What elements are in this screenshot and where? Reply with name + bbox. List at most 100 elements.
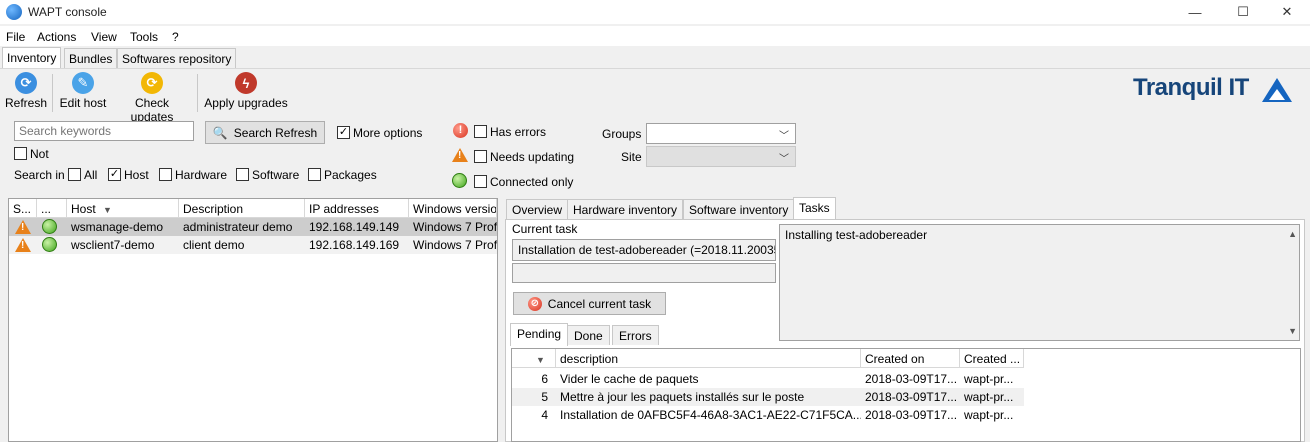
refresh-icon: ⟳ xyxy=(15,72,37,94)
menu-actions[interactable]: Actions xyxy=(37,30,76,44)
hardware-checkbox[interactable] xyxy=(159,168,172,181)
current-task-field[interactable]: Installation de test-adobereader (=2018.… xyxy=(512,239,776,261)
warning-icon-mark: ! xyxy=(458,150,462,161)
column-header-ip[interactable]: IP addresses xyxy=(305,199,409,218)
host-checkbox[interactable]: ✓ xyxy=(108,168,121,181)
tab-softwares-repository[interactable]: Softwares repository xyxy=(117,48,237,68)
connected-only-label: Connected only xyxy=(490,175,574,189)
site-select[interactable]: ﹀ xyxy=(646,146,796,167)
table-row[interactable]: ! wsmanage-demo administrateur demo 192.… xyxy=(9,218,497,236)
description-cell: administrateur demo xyxy=(183,220,293,234)
task-log-content: Installing test-adobereader xyxy=(785,228,928,242)
close-button[interactable]: ✕ xyxy=(1264,0,1310,24)
error-icon: ! xyxy=(453,123,468,138)
column-header-status[interactable]: S... xyxy=(9,199,37,218)
connected-only-checkbox[interactable] xyxy=(474,175,487,188)
description-cell: client demo xyxy=(183,238,245,252)
lightning-icon: ϟ xyxy=(235,72,257,94)
cancel-current-task-label: Cancel current task xyxy=(547,296,652,311)
ip-cell: 192.168.149.169 xyxy=(309,238,400,252)
tab-errors[interactable]: Errors xyxy=(612,325,659,345)
column-header-created-on[interactable]: Created on xyxy=(861,349,960,368)
needs-updating-checkbox[interactable] xyxy=(474,150,487,163)
task-created-by-cell: wapt-pr... xyxy=(964,372,1014,386)
software-label: Software xyxy=(252,168,300,182)
all-checkbox[interactable] xyxy=(68,168,81,181)
table-row[interactable]: 6 Vider le cache de paquets 2018-03-09T1… xyxy=(512,370,1024,388)
tab-overview[interactable]: Overview xyxy=(506,199,569,219)
minimize-button[interactable]: — xyxy=(1172,0,1218,24)
tranquil-it-logo: Tranquil IT xyxy=(1133,74,1249,101)
scroll-up-icon[interactable]: ▲ xyxy=(1288,229,1297,239)
tab-pending[interactable]: Pending xyxy=(510,323,569,346)
host-cell: wsmanage-demo xyxy=(71,220,164,234)
current-task-label: Current task xyxy=(512,222,578,236)
task-created-on-cell: 2018-03-09T17... xyxy=(865,408,958,422)
table-row[interactable]: 5 Mettre à jour les paquets installés su… xyxy=(512,388,1024,406)
edit-host-button[interactable]: ✎ Edit host xyxy=(57,72,109,110)
column-header-description[interactable]: Description xyxy=(179,199,305,218)
task-created-on-cell: 2018-03-09T17... xyxy=(865,372,958,386)
column-header-description[interactable]: description xyxy=(556,349,861,368)
cancel-icon: ⊘ xyxy=(527,296,542,311)
groups-label: Groups xyxy=(602,127,642,141)
check-updates-button[interactable]: ⟳ Check updates xyxy=(112,72,192,124)
tab-software-inventory[interactable]: Software inventory xyxy=(683,199,795,219)
site-label: Site xyxy=(621,150,642,164)
menu-file[interactable]: File xyxy=(6,30,25,44)
task-created-by-cell: wapt-pr... xyxy=(964,390,1014,404)
has-errors-checkbox[interactable] xyxy=(474,125,487,138)
task-created-by-cell: wapt-pr... xyxy=(964,408,1014,422)
cancel-current-task-button[interactable]: ⊘ Cancel current task xyxy=(513,292,666,315)
software-checkbox[interactable] xyxy=(236,168,249,181)
column-header-host-label: Host xyxy=(71,202,96,216)
task-id-cell: 6 xyxy=(541,372,548,386)
table-row[interactable]: 4 Installation de 0AFBC5F4-46A8-3AC1-AE2… xyxy=(512,406,1024,424)
apply-upgrades-button[interactable]: ϟ Apply upgrades xyxy=(203,72,289,110)
tab-tasks[interactable]: Tasks xyxy=(793,197,836,220)
task-description-cell: Mettre à jour les paquets installés sur … xyxy=(560,390,805,404)
column-header-id[interactable]: ▼ xyxy=(512,349,556,368)
tab-bundles[interactable]: Bundles xyxy=(64,48,118,68)
tab-inventory[interactable]: Inventory xyxy=(2,47,62,69)
tab-done[interactable]: Done xyxy=(567,325,610,345)
column-header-reachable[interactable]: ... xyxy=(37,199,67,218)
column-header-created-by[interactable]: Created ... xyxy=(960,349,1024,368)
scroll-down-icon[interactable]: ▼ xyxy=(1288,326,1297,336)
sort-down-icon: ▼ xyxy=(103,205,112,215)
column-header-host[interactable]: Host ▼ xyxy=(67,199,179,218)
packages-label: Packages xyxy=(324,168,377,182)
menu-view[interactable]: View xyxy=(91,30,117,44)
hosts-grid: S... ... Host ▼ Description IP addresses… xyxy=(8,198,498,442)
check-updates-icon: ⟳ xyxy=(141,72,163,94)
connected-icon xyxy=(42,219,57,234)
warning-icon-mark: ! xyxy=(21,240,25,251)
task-progress-bar xyxy=(512,263,776,283)
not-checkbox[interactable] xyxy=(14,147,27,160)
more-options-checkbox[interactable]: ✓ xyxy=(337,126,350,139)
task-log-text[interactable]: Installing test-adobereader ▲ ▼ xyxy=(779,224,1300,341)
search-keywords-input[interactable] xyxy=(14,121,194,141)
chevron-down-icon: ﹀ xyxy=(779,154,789,165)
search-icon: 🔍 xyxy=(212,125,228,140)
maximize-button[interactable]: ☐ xyxy=(1220,0,1266,24)
packages-checkbox[interactable] xyxy=(308,168,321,181)
column-header-windows-version[interactable]: Windows version xyxy=(409,199,497,218)
menu-bar xyxy=(0,26,1310,46)
refresh-button[interactable]: ⟳ Refresh xyxy=(5,72,47,110)
sort-down-icon: ▼ xyxy=(536,355,545,365)
search-refresh-button[interactable]: 🔍 Search Refresh xyxy=(205,121,325,144)
needs-updating-label: Needs updating xyxy=(490,150,575,164)
menu-tools[interactable]: Tools xyxy=(130,30,158,44)
table-row[interactable]: ! wsclient7-demo client demo 192.168.149… xyxy=(9,236,497,254)
more-options-label: More options xyxy=(353,126,423,140)
toolbar-separator xyxy=(197,74,198,112)
tab-hardware-inventory[interactable]: Hardware inventory xyxy=(567,199,684,219)
groups-select[interactable]: ﹀ xyxy=(646,123,796,144)
host-cell: wsclient7-demo xyxy=(71,238,155,252)
menu-help[interactable]: ? xyxy=(172,30,179,44)
toolbar-separator xyxy=(52,74,53,112)
title-bar xyxy=(0,0,1310,24)
logo-triangle-inner xyxy=(1269,89,1285,100)
windows-cell: Windows 7 Professional xyxy=(413,220,497,234)
